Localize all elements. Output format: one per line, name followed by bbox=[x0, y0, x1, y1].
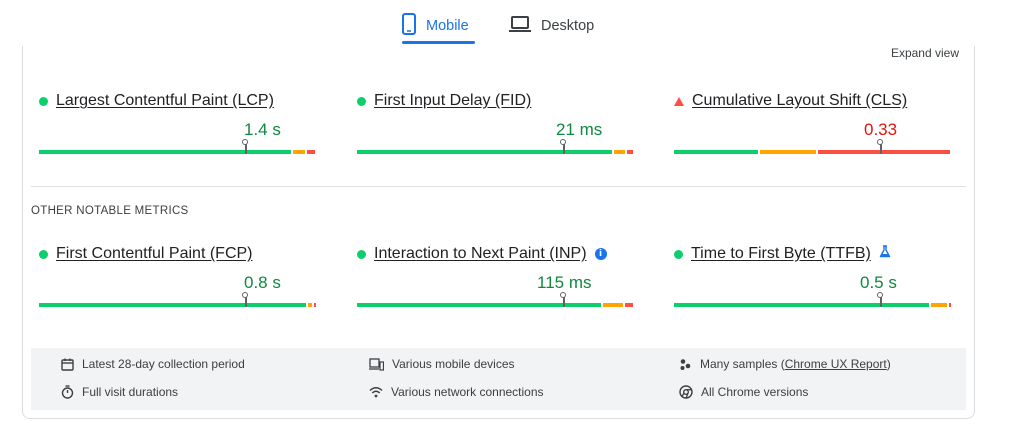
metric-lcp: Largest Contentful Paint (LCP) 1.4 s bbox=[39, 92, 319, 162]
poor-segment bbox=[306, 150, 315, 154]
needs-improvement-segment bbox=[602, 303, 623, 307]
devices-text: Various mobile devices bbox=[392, 357, 515, 371]
metric-fid: First Input Delay (FID) 21 ms bbox=[357, 92, 637, 162]
needs-improvement-segment bbox=[930, 303, 947, 307]
percentile-marker bbox=[242, 292, 248, 307]
chrome-icon bbox=[679, 385, 693, 399]
metric-name[interactable]: Time to First Byte (TTFB) bbox=[691, 245, 871, 263]
distribution-bar bbox=[674, 292, 951, 307]
good-segment bbox=[39, 150, 291, 154]
field-data-card: Expand view Largest Contentful Paint (LC… bbox=[22, 46, 975, 419]
tab-mobile[interactable]: Mobile bbox=[402, 8, 469, 44]
good-indicator-icon bbox=[674, 249, 683, 259]
info-icon[interactable]: i bbox=[594, 248, 607, 260]
collection-period-text: Latest 28-day collection period bbox=[82, 357, 245, 371]
distribution-bar bbox=[39, 139, 315, 154]
metric-inp: Interaction to Next Paint (INP) i 115 ms bbox=[357, 245, 637, 315]
distribution-bar bbox=[674, 139, 950, 154]
good-indicator-icon bbox=[357, 96, 366, 106]
laptop-icon bbox=[509, 15, 531, 38]
good-segment bbox=[674, 303, 929, 307]
good-segment bbox=[674, 150, 758, 154]
tab-desktop-label: Desktop bbox=[541, 18, 595, 34]
metric-ttfb: Time to First Byte (TTFB) 0.5 s bbox=[674, 245, 954, 315]
samples-suffix: ) bbox=[886, 357, 891, 371]
metric-value: 0.8 s bbox=[244, 273, 281, 292]
poor-segment bbox=[817, 150, 950, 154]
metric-name[interactable]: Cumulative Layout Shift (CLS) bbox=[692, 92, 907, 110]
distribution-bar bbox=[39, 292, 316, 307]
percentile-marker bbox=[560, 292, 566, 307]
metric-fcp: First Contentful Paint (FCP) 0.8 s bbox=[39, 245, 319, 315]
needs-improvement-segment bbox=[613, 150, 626, 154]
percentile-marker bbox=[877, 139, 883, 154]
calendar-icon bbox=[61, 358, 74, 371]
percentile-marker bbox=[877, 292, 883, 307]
metric-name[interactable]: First Input Delay (FID) bbox=[374, 92, 531, 110]
active-tab-indicator bbox=[402, 41, 475, 44]
needs-improvement-segment bbox=[292, 150, 305, 154]
metric-value: 21 ms bbox=[556, 120, 603, 139]
section-title: OTHER NOTABLE METRICS bbox=[31, 205, 189, 217]
expand-view-button[interactable]: Expand view bbox=[891, 46, 959, 60]
wifi-icon bbox=[369, 387, 383, 398]
tab-mobile-label: Mobile bbox=[426, 18, 469, 34]
network-item: Various network connections bbox=[369, 385, 544, 399]
flask-icon[interactable] bbox=[879, 245, 891, 263]
samples-item: Many samples (Chrome UX Report) bbox=[679, 357, 891, 371]
metric-value: 115 ms bbox=[537, 273, 592, 292]
distribution-bar bbox=[357, 139, 633, 154]
percentile-marker bbox=[242, 139, 248, 154]
poor-segment bbox=[313, 303, 316, 307]
needs-improvement-segment bbox=[759, 150, 816, 154]
metric-value: 0.5 s bbox=[860, 273, 897, 292]
metric-name[interactable]: Interaction to Next Paint (INP) bbox=[374, 245, 587, 263]
good-indicator-icon bbox=[357, 249, 366, 259]
poor-segment bbox=[627, 150, 633, 154]
chrome-ux-report-link[interactable]: Chrome UX Report bbox=[785, 357, 887, 371]
visit-durations-item: Full visit durations bbox=[61, 385, 178, 399]
distribution-bar bbox=[357, 292, 633, 307]
chrome-versions-text: All Chrome versions bbox=[701, 385, 809, 399]
section-divider bbox=[31, 186, 966, 187]
poor-segment bbox=[624, 303, 633, 307]
collection-info-footer: Latest 28-day collection period Full vis… bbox=[31, 348, 966, 410]
stopwatch-icon bbox=[61, 385, 74, 399]
metric-name[interactable]: Largest Contentful Paint (LCP) bbox=[56, 92, 274, 110]
metric-name[interactable]: First Contentful Paint (FCP) bbox=[56, 245, 253, 263]
metric-cls: Cumulative Layout Shift (CLS) 0.33 bbox=[674, 92, 954, 162]
samples-icon bbox=[680, 358, 691, 370]
good-indicator-icon bbox=[39, 96, 48, 106]
metric-value: 0.33 bbox=[864, 120, 898, 139]
visit-durations-text: Full visit durations bbox=[82, 385, 179, 399]
devices-item: Various mobile devices bbox=[369, 357, 515, 371]
device-tabs: Mobile Desktop bbox=[0, 0, 1024, 46]
network-text: Various network connections bbox=[391, 385, 544, 399]
metric-value: 1.4 s bbox=[244, 120, 281, 139]
needs-improvement-segment bbox=[308, 303, 312, 307]
good-segment bbox=[357, 150, 612, 154]
smartphone-icon bbox=[402, 12, 416, 40]
percentile-marker bbox=[560, 139, 566, 154]
collection-period-item: Latest 28-day collection period bbox=[61, 357, 245, 371]
good-segment bbox=[39, 303, 307, 307]
good-indicator-icon bbox=[39, 249, 48, 259]
devices-icon bbox=[369, 357, 384, 371]
chrome-versions-item: All Chrome versions bbox=[679, 385, 808, 399]
poor-indicator-icon bbox=[674, 96, 684, 106]
samples-prefix: Many samples ( bbox=[700, 357, 785, 371]
tab-desktop[interactable]: Desktop bbox=[509, 8, 594, 44]
poor-segment bbox=[948, 303, 951, 307]
